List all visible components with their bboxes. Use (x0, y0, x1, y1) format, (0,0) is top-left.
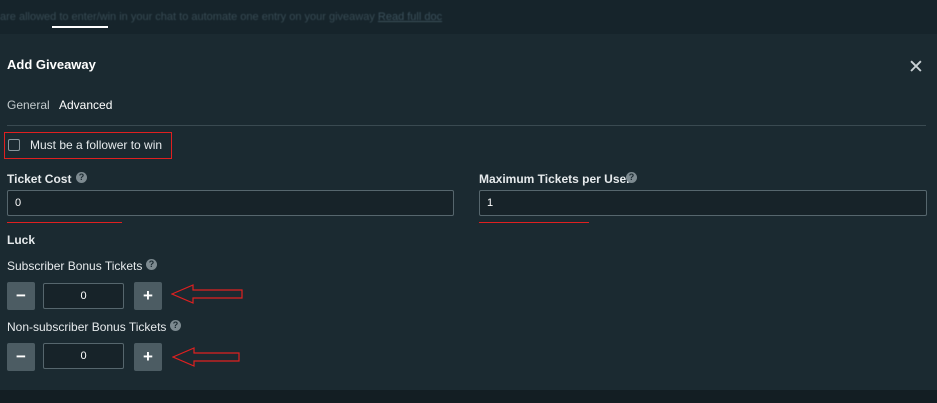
luck-heading: Luck (7, 233, 36, 247)
annotation-underline-ticket-cost (7, 222, 122, 223)
subscriber-bonus-help-icon[interactable]: ? (146, 259, 157, 270)
ticket-cost-label: Ticket Cost (7, 172, 72, 186)
top-banner: are allowed to enter/win in your chat to… (0, 0, 937, 34)
max-tickets-input[interactable] (479, 190, 927, 216)
non-subscriber-bonus-help-icon[interactable]: ? (170, 320, 181, 331)
modal-footer-edge (0, 390, 937, 403)
non-subscriber-bonus-label: Non-subscriber Bonus Tickets (7, 320, 167, 334)
follower-checkbox[interactable] (8, 139, 20, 151)
non-subscriber-bonus-input[interactable] (43, 343, 124, 369)
subscriber-bonus-label: Subscriber Bonus Tickets (7, 259, 143, 273)
giveaway-modal: are allowed to enter/win in your chat to… (0, 0, 937, 403)
close-icon[interactable]: ✕ (906, 58, 926, 78)
annotation-arrow-subscriber (171, 284, 243, 304)
tab-advanced[interactable]: Advanced (59, 98, 112, 112)
banner-text: are allowed to enter/win in your chat to… (0, 11, 442, 23)
max-tickets-label: Maximum Tickets per User (479, 172, 631, 186)
max-tickets-help-icon[interactable]: ? (626, 172, 637, 183)
banner-link[interactable]: Read full doc (378, 11, 442, 23)
subscriber-bonus-input[interactable] (43, 283, 124, 309)
ticket-cost-input[interactable] (7, 190, 454, 216)
tab-divider (7, 125, 926, 126)
subscriber-bonus-increment-button[interactable]: + (134, 282, 162, 310)
follower-checkbox-label: Must be a follower to win (30, 138, 163, 152)
non-subscriber-bonus-decrement-button[interactable]: − (7, 343, 35, 371)
annotation-arrow-non-subscriber (172, 347, 240, 367)
ticket-cost-help-icon[interactable]: ? (76, 172, 87, 183)
subscriber-bonus-decrement-button[interactable]: − (7, 282, 35, 310)
annotation-underline-max-tickets (479, 222, 589, 223)
non-subscriber-bonus-increment-button[interactable]: + (134, 343, 162, 371)
banner-message: are allowed to enter/win in your chat to… (0, 11, 375, 23)
tab-general[interactable]: General (7, 98, 50, 112)
active-tab-indicator (52, 26, 108, 28)
modal-title: Add Giveaway (7, 57, 96, 72)
